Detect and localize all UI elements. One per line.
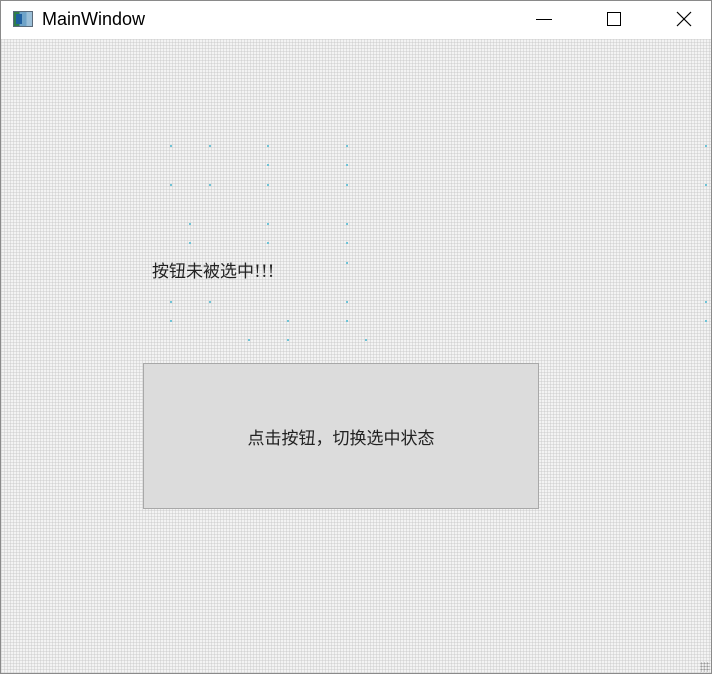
decor-dot <box>170 301 172 303</box>
main-window: MainWindow 按钮未被选中!!! 点击按钮，切换选中状态 <box>0 0 712 674</box>
decor-dot <box>170 145 172 147</box>
close-button[interactable] <box>661 1 707 37</box>
decor-dot <box>346 145 348 147</box>
decor-dot <box>346 262 348 264</box>
decor-dot <box>346 164 348 166</box>
resize-grip[interactable] <box>700 662 710 672</box>
decor-dot <box>346 320 348 322</box>
decor-dot <box>267 223 269 225</box>
central-widget: 按钮未被选中!!! 点击按钮，切换选中状态 <box>1 39 711 673</box>
toggle-button-label: 点击按钮，切换选中状态 <box>247 428 435 449</box>
maximize-button[interactable] <box>591 1 637 37</box>
decor-dot <box>267 184 269 186</box>
decor-dot <box>209 145 211 147</box>
decor-dot <box>365 339 367 341</box>
decor-dot <box>287 320 289 322</box>
decor-dot <box>705 320 707 322</box>
maximize-icon <box>607 12 621 26</box>
decor-dot <box>705 145 707 147</box>
decor-dot <box>189 223 191 225</box>
close-icon <box>676 11 692 27</box>
toggle-check-button[interactable]: 点击按钮，切换选中状态 <box>143 363 539 509</box>
title-bar[interactable]: MainWindow <box>1 1 711 39</box>
minimize-button[interactable] <box>521 1 567 37</box>
decor-dot <box>705 301 707 303</box>
decor-dot <box>267 164 269 166</box>
decor-dot <box>209 301 211 303</box>
decor-dot <box>705 184 707 186</box>
decor-dot <box>170 184 172 186</box>
app-icon <box>13 11 33 27</box>
decor-dot <box>267 145 269 147</box>
decor-dot <box>346 301 348 303</box>
decor-dot <box>209 184 211 186</box>
decor-dot <box>170 320 172 322</box>
status-label: 按钮未被选中!!! <box>152 262 275 282</box>
decor-dot <box>248 339 250 341</box>
decor-dot <box>346 223 348 225</box>
decor-dot <box>267 242 269 244</box>
minimize-icon <box>536 18 552 20</box>
window-title: MainWindow <box>42 9 146 29</box>
decor-dot <box>346 184 348 186</box>
decor-dot <box>346 242 348 244</box>
decor-dot <box>287 339 289 341</box>
decor-dot <box>189 242 191 244</box>
